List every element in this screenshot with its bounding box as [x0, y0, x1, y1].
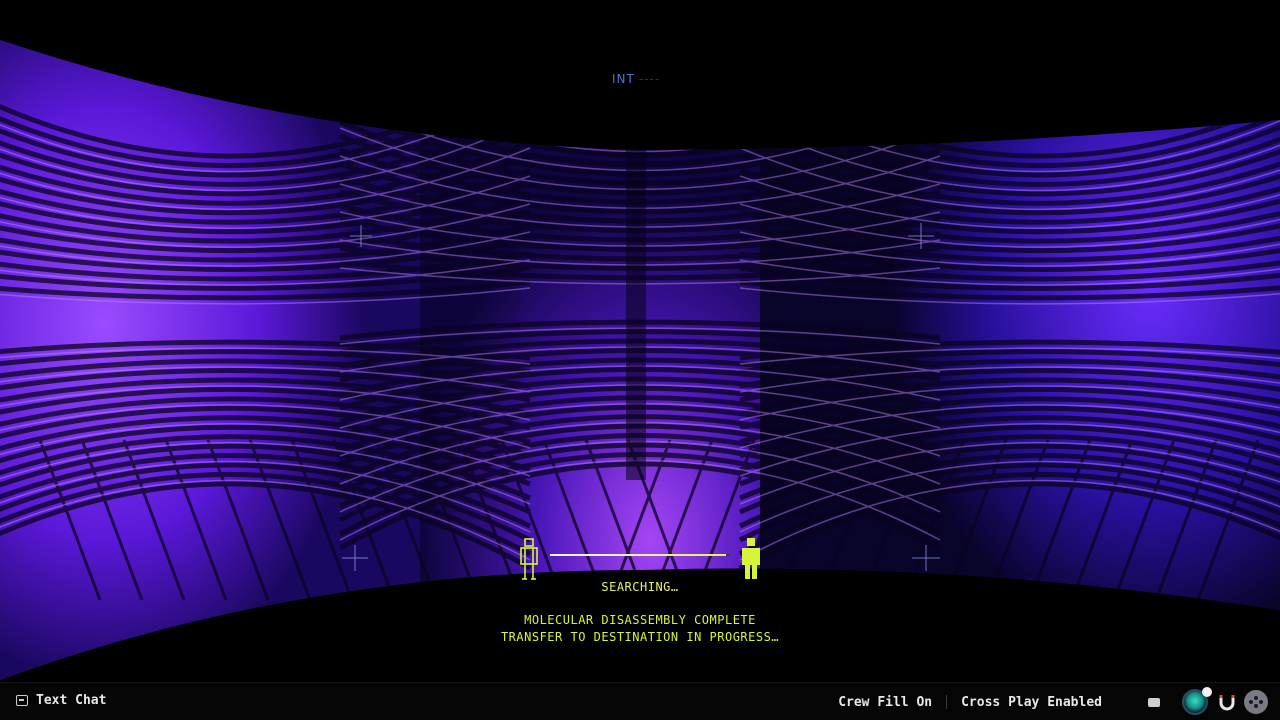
party-icon[interactable]	[1244, 690, 1268, 714]
game-viewport: INT---- SEARCHING… MOLECULAR DISASSEMBL	[0, 0, 1280, 720]
text-chat-button[interactable]: Text Chat	[16, 693, 106, 708]
mic-icon	[1202, 687, 1212, 697]
magnet-icon[interactable]	[1218, 693, 1236, 711]
transfer-message: TRANSFER TO DESTINATION IN PROGRESS…	[500, 630, 780, 644]
divider	[946, 695, 948, 709]
transfer-bar	[550, 554, 730, 556]
searching-status: SEARCHING…	[601, 580, 679, 594]
chat-icon	[16, 695, 28, 706]
disassembly-message: MOLECULAR DISASSEMBLY COMPLETE	[524, 613, 756, 627]
transfer-progress	[510, 536, 770, 582]
warp-tunnel-background	[0, 40, 1280, 680]
player-avatar[interactable]	[1182, 687, 1212, 715]
cross-play-toggle[interactable]: Cross Play Enabled	[961, 695, 1102, 710]
origin-figure-icon	[520, 538, 538, 580]
destination-figure-icon	[742, 538, 760, 579]
chat-bubble-icon[interactable]	[1148, 697, 1160, 707]
session-options: Crew Fill On Cross Play Enabled	[838, 687, 1268, 716]
text-chat-label: Text Chat	[36, 693, 107, 708]
bottom-bar: Text Chat Crew Fill On Cross Play Enable…	[0, 682, 1280, 720]
crew-fill-toggle[interactable]: Crew Fill On	[838, 695, 932, 710]
zone-label: INT ----	[612, 72, 661, 86]
transfer-bar-fill	[550, 554, 727, 556]
